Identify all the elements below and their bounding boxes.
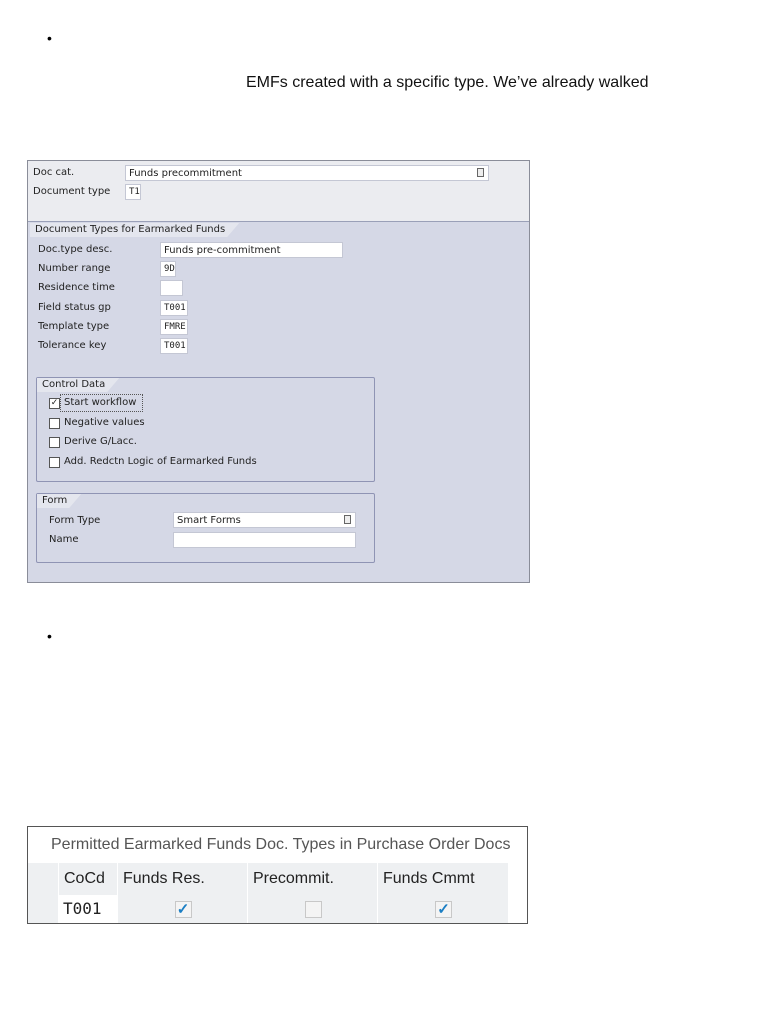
row-selector[interactable] bbox=[28, 895, 59, 923]
doc-type-label: Document type bbox=[33, 186, 111, 197]
dropdown-icon[interactable] bbox=[477, 168, 484, 177]
field-label: Doc.type desc. bbox=[38, 244, 113, 255]
checkbox[interactable] bbox=[49, 456, 60, 468]
bullet: • bbox=[47, 628, 52, 644]
col-header-precommit: Precommit. bbox=[248, 863, 378, 895]
field-input[interactable]: FMRE bbox=[160, 319, 188, 335]
doc-type-field[interactable]: T1 bbox=[125, 184, 141, 200]
field-input[interactable]: T001 bbox=[160, 338, 188, 354]
funds-res-checkbox[interactable]: ✓ bbox=[174, 901, 192, 918]
doc-cat-value: Funds precommitment bbox=[129, 168, 242, 179]
col-header-funds-cmmt: Funds Cmmt bbox=[378, 863, 509, 895]
field-label: Residence time bbox=[38, 282, 115, 293]
earmarked-doc-type-screen: Doc cat. Funds precommitment Document ty… bbox=[27, 160, 530, 583]
field-label: Number range bbox=[38, 263, 111, 274]
field-input[interactable]: 9D bbox=[160, 261, 176, 277]
paragraph-text: EMFs created with a specific type. We’ve… bbox=[246, 74, 649, 91]
col-header-funds-res: Funds Res. bbox=[118, 863, 248, 895]
bullet: • bbox=[47, 30, 52, 46]
funds-cmmt-cell: ✓ bbox=[378, 895, 509, 923]
form-type-value: Smart Forms bbox=[177, 515, 241, 526]
field-label: Tolerance key bbox=[38, 340, 107, 351]
field-label: Template type bbox=[38, 321, 110, 332]
checkbox[interactable] bbox=[49, 417, 60, 429]
col-header-cocd: CoCd bbox=[59, 863, 118, 895]
form-type-dropdown[interactable]: Smart Forms bbox=[173, 512, 356, 528]
checkbox-label: Derive G/Lacc. bbox=[64, 436, 137, 447]
precommit-cell bbox=[248, 895, 378, 923]
field-input[interactable]: T001 bbox=[160, 300, 188, 316]
cocd-cell[interactable]: T001 bbox=[59, 895, 118, 923]
control-data-title: Control Data bbox=[37, 378, 119, 392]
field-input[interactable]: Funds pre-commitment bbox=[160, 242, 343, 258]
checkbox[interactable] bbox=[49, 437, 60, 448]
form-type-label: Form Type bbox=[49, 515, 101, 526]
checkbox[interactable]: ✓ bbox=[49, 398, 60, 409]
dropdown-icon[interactable] bbox=[344, 515, 351, 524]
table-title: Permitted Earmarked Funds Doc. Types in … bbox=[51, 836, 511, 853]
funds-cmmt-checkbox[interactable]: ✓ bbox=[435, 901, 452, 918]
checkbox-label: Start workflow bbox=[59, 394, 144, 412]
checkbox-label: Negative values bbox=[64, 416, 145, 428]
doc-cat-label: Doc cat. bbox=[33, 167, 75, 178]
name-field[interactable] bbox=[173, 532, 356, 548]
field-input[interactable] bbox=[160, 280, 183, 296]
funds-res-cell: ✓ bbox=[118, 895, 248, 923]
row-selector-header bbox=[28, 863, 59, 895]
name-label: Name bbox=[49, 534, 79, 545]
section-title: Document Types for Earmarked Funds bbox=[30, 223, 239, 237]
doc-cat-dropdown[interactable]: Funds precommitment bbox=[125, 165, 489, 181]
permitted-doc-types-table: Permitted Earmarked Funds Doc. Types in … bbox=[27, 826, 528, 924]
field-label: Field status gp bbox=[38, 302, 111, 313]
precommit-checkbox[interactable] bbox=[304, 901, 322, 918]
checkbox-label: Add. Redctn Logic of Earmarked Funds bbox=[64, 455, 257, 467]
form-title: Form bbox=[37, 494, 81, 508]
